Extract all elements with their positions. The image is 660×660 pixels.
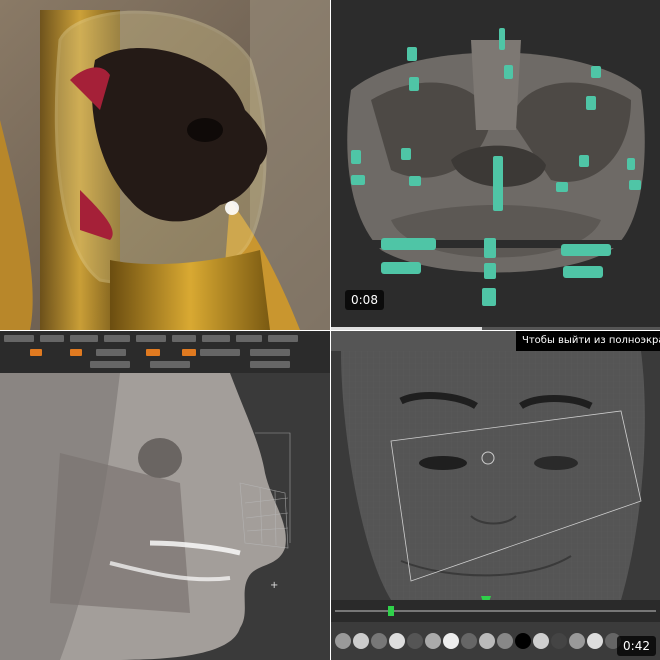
zbrush-toolbar <box>0 331 330 374</box>
panel-zbrush-face: + <box>0 331 330 660</box>
fullscreen-notice: Чтобы выйти из полноэкранного режима, <box>516 331 660 351</box>
material-swatches[interactable] <box>331 622 660 660</box>
panel-glass-skull-head <box>0 0 330 330</box>
material-palette[interactable] <box>331 622 660 660</box>
video-timestamp: 0:08 <box>345 290 384 310</box>
video-timestamp: 0:42 <box>617 636 656 656</box>
svg-text:+: + <box>270 580 278 591</box>
glass-skull-image <box>0 0 330 330</box>
face-mesh-viewport[interactable] <box>331 351 660 600</box>
skull-implant-render <box>331 0 660 330</box>
timeline[interactable] <box>331 600 660 622</box>
face-sculpt-viewport[interactable]: + <box>0 373 330 660</box>
app-toolbar <box>331 331 516 351</box>
panel-skull-implants: 0:08 <box>331 0 660 330</box>
video-progress-bar[interactable] <box>331 327 660 330</box>
panel-face-wireframe: Чтобы выйти из полноэкранного режима, <box>331 331 660 660</box>
